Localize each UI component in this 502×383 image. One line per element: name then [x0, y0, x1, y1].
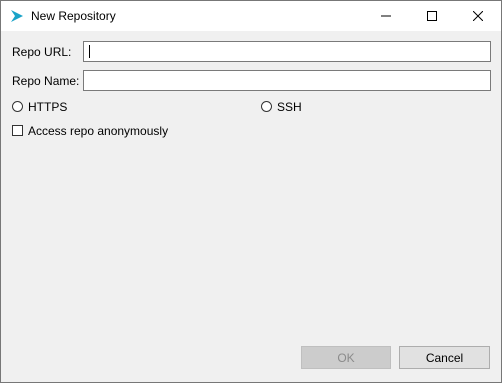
- title-bar[interactable]: New Repository: [1, 1, 501, 31]
- close-icon: [473, 11, 483, 21]
- ssh-radio-label[interactable]: SSH: [277, 100, 302, 114]
- maximize-button[interactable]: [409, 1, 455, 31]
- https-radio-label[interactable]: HTTPS: [28, 100, 67, 114]
- ok-button-label: OK: [337, 350, 355, 365]
- text-caret: [89, 45, 90, 58]
- access-anonymously-label[interactable]: Access repo anonymously: [28, 124, 168, 138]
- ssh-radio[interactable]: [261, 101, 272, 112]
- maximize-icon: [427, 11, 437, 21]
- repo-name-input[interactable]: [83, 70, 491, 91]
- repo-url-input[interactable]: [83, 41, 491, 62]
- app-logo-icon: [11, 10, 23, 22]
- new-repository-dialog: New Repository Repo URL: Repo Name: HTTP…: [0, 0, 502, 383]
- repo-url-label: Repo URL:: [12, 45, 72, 59]
- https-radio[interactable]: [12, 101, 23, 112]
- minimize-button[interactable]: [363, 1, 409, 31]
- repo-name-label: Repo Name:: [12, 74, 80, 88]
- ok-button[interactable]: OK: [301, 346, 391, 369]
- cancel-button-label: Cancel: [425, 350, 464, 365]
- window-title: New Repository: [31, 9, 116, 23]
- close-button[interactable]: [455, 1, 501, 31]
- cancel-button[interactable]: Cancel: [399, 346, 490, 369]
- access-anonymously-checkbox[interactable]: [12, 125, 23, 136]
- minimize-icon: [381, 15, 391, 17]
